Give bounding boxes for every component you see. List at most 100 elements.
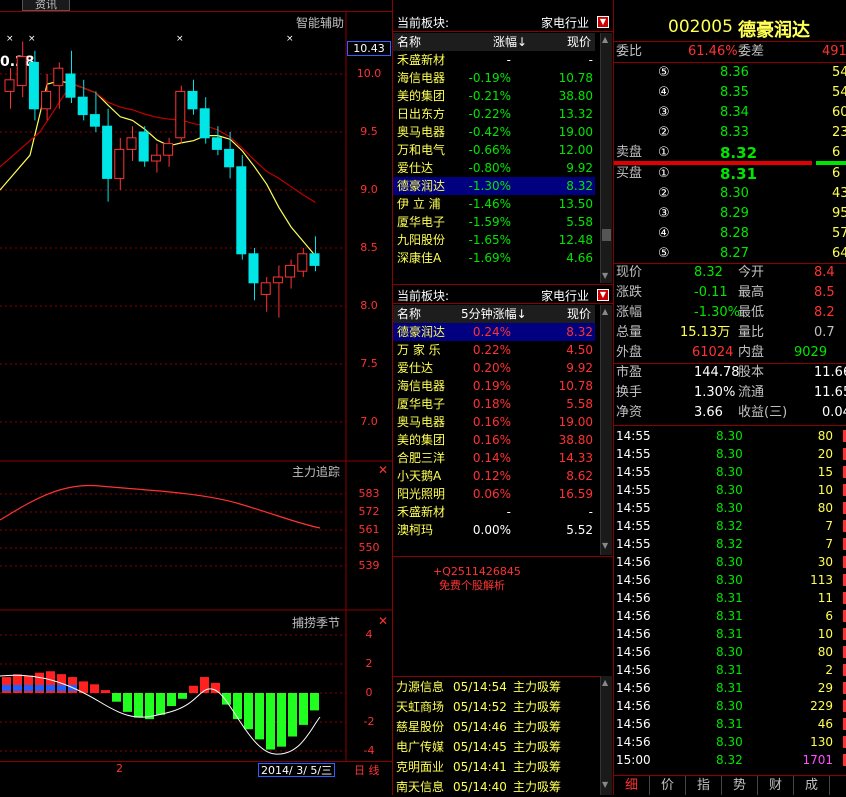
- stock-name: 万 家 乐: [397, 343, 441, 357]
- list-item[interactable]: 禾盛新材 - -: [393, 51, 595, 69]
- list-item[interactable]: 九阳股份 -1.65% 12.48: [393, 231, 595, 249]
- candle-body: [236, 166, 247, 255]
- list-item[interactable]: 爱仕达 0.20% 9.92: [393, 359, 595, 377]
- board1-industry[interactable]: 家电行业: [541, 14, 589, 31]
- tab-5[interactable]: 成: [794, 776, 830, 795]
- scroll-up-icon[interactable]: ▲: [602, 678, 611, 687]
- list-item[interactable]: 厦华电子 0.18% 5.58: [393, 395, 595, 413]
- list-item[interactable]: 海信电器 -0.19% 10.78: [393, 69, 595, 87]
- close-icon[interactable]: ✕: [378, 614, 388, 628]
- list-item[interactable]: 深康佳A -1.69% 4.66: [393, 249, 595, 267]
- chart-panel[interactable]: 资讯 智能辅助 10.43 0.28 ×××× 主力追踪 ✕ 捕捞季节 ✕ 2 …: [0, 0, 392, 795]
- alert-item[interactable]: 克明面业 05/14:41 主力吸筹: [393, 757, 595, 777]
- list-item[interactable]: 合肥三洋 0.14% 14.33: [393, 449, 595, 467]
- tab-2[interactable]: 指: [686, 776, 722, 795]
- price-value: 8.32: [566, 325, 593, 339]
- alert-item[interactable]: 慈星股份 05/14:46 主力吸筹: [393, 717, 595, 737]
- close-icon[interactable]: ✕: [378, 463, 388, 477]
- dropdown-arrow-icon[interactable]: ▼: [597, 289, 609, 301]
- macd-bar: [266, 693, 275, 750]
- sub1-axis-tick: 539: [358, 559, 380, 572]
- stock-name: 德豪润达: [397, 325, 446, 339]
- tick-volume: 10: [817, 627, 833, 641]
- tick-row: 14:56 8.30 30: [614, 553, 846, 571]
- list-item[interactable]: 爱仕达 -0.80% 9.92: [393, 159, 595, 177]
- list-item[interactable]: 奥马电器 -0.42% 19.00: [393, 123, 595, 141]
- board2-title: 当前板块:: [397, 289, 450, 303]
- stat-label: 外盘: [616, 345, 643, 360]
- list-item[interactable]: 奥马电器 0.16% 19.00: [393, 413, 595, 431]
- stock-name: 奥马电器: [397, 125, 446, 139]
- candle-body: [126, 137, 137, 150]
- tab-0[interactable]: 细: [614, 776, 650, 795]
- list-item[interactable]: 海信电器 0.19% 10.78: [393, 377, 595, 395]
- sub1-axis-tick: 550: [358, 541, 380, 554]
- scroll-down-icon[interactable]: ▼: [602, 541, 611, 550]
- list-item[interactable]: 阳光照明 0.06% 16.59: [393, 485, 595, 503]
- alert-scrollbar[interactable]: ▲ ▼: [600, 676, 612, 795]
- marker-icon: ×: [286, 34, 294, 44]
- list-item[interactable]: 万和电气 -0.66% 12.00: [393, 141, 595, 159]
- kline-chart-svg: × × × ×: [0, 12, 392, 762]
- macd-bar: [178, 693, 187, 699]
- tick-time: 15:00: [616, 753, 651, 767]
- tick-price: 8.32: [716, 519, 743, 533]
- stats-block: 现价 8.32 今开 8.4 涨跌 -0.11 最高 8.5 涨幅 -1.30% 最低 8.2 总量 15…: [614, 263, 846, 425]
- info-tab[interactable]: 资讯: [22, 0, 70, 11]
- list-item[interactable]: 美的集团 -0.21% 38.80: [393, 87, 595, 105]
- list-item[interactable]: 日出东方 -0.22% 13.32: [393, 105, 595, 123]
- alert-stock: 南天信息: [396, 780, 445, 794]
- candle-body: [53, 67, 64, 87]
- sub1-axis-tick: 561: [358, 523, 380, 536]
- tick-row: 14:56 8.31 2: [614, 661, 846, 679]
- ad-text[interactable]: 免费个股解析: [439, 577, 505, 593]
- candle-body: [41, 90, 52, 110]
- list-item[interactable]: 禾盛新材 - -: [393, 503, 595, 521]
- stat-value: 8.5: [814, 285, 835, 300]
- alert-item[interactable]: 力源信息 05/14:54 主力吸筹: [393, 677, 595, 697]
- macd-bar: [233, 693, 242, 720]
- board2-scrollbar[interactable]: ▲ ▼: [600, 305, 612, 555]
- tick-time: 14:56: [616, 591, 651, 605]
- marker-icon: ×: [176, 34, 184, 44]
- board1-scrollbar[interactable]: ▲ ▼: [600, 33, 612, 283]
- list-item[interactable]: 伊 立 浦 -1.46% 13.50: [393, 195, 595, 213]
- tab-3[interactable]: 势: [722, 776, 758, 795]
- list-item[interactable]: 德豪润达 0.24% 8.32: [393, 323, 595, 341]
- list-item[interactable]: 万 家 乐 0.22% 4.50: [393, 341, 595, 359]
- period-label[interactable]: 日 线: [354, 762, 380, 778]
- scroll-up-icon[interactable]: ▲: [602, 35, 611, 44]
- scroll-down-icon[interactable]: ▼: [602, 780, 611, 789]
- scroll-up-icon[interactable]: ▲: [602, 307, 611, 316]
- tab-4[interactable]: 财: [758, 776, 794, 795]
- price-value: 10.78: [558, 379, 593, 393]
- scroll-thumb[interactable]: [602, 229, 611, 241]
- tick-price: 8.31: [716, 681, 743, 695]
- alert-item[interactable]: 电广传媒 05/14:45 主力吸筹: [393, 737, 595, 757]
- order-price: 8.28: [720, 226, 749, 241]
- tick-price: 8.31: [716, 627, 743, 641]
- order-price: 8.31: [720, 165, 758, 183]
- tick-row: 14:55 8.30 10: [614, 481, 846, 499]
- list-item[interactable]: 德豪润达 -1.30% 8.32: [393, 177, 595, 195]
- order-volume: 23: [832, 125, 846, 140]
- scroll-down-icon[interactable]: ▼: [602, 271, 611, 280]
- tick-volume: 7: [825, 537, 833, 551]
- board2-industry[interactable]: 家电行业: [541, 287, 589, 304]
- tab-1[interactable]: 价: [650, 776, 686, 795]
- dropdown-arrow-icon[interactable]: ▼: [597, 16, 609, 28]
- list-item[interactable]: 美的集团 0.16% 38.80: [393, 431, 595, 449]
- list-item[interactable]: 澳柯玛 0.00% 5.52: [393, 521, 595, 539]
- list-item[interactable]: 厦华电子 -1.59% 5.58: [393, 213, 595, 231]
- stat-value: 11.66: [814, 365, 846, 380]
- board2-list: 名称 5分钟涨幅↓ 现价 德豪润达 0.24% 8.32 万 家 乐 0.22% 4.50 爱仕达…: [393, 305, 600, 541]
- macd-bar: [123, 693, 132, 712]
- alert-item[interactable]: 天虹商场 05/14:52 主力吸筹: [393, 697, 595, 717]
- alert-type: 主力吸筹: [513, 740, 562, 754]
- tick-row: 14:56 8.31 46: [614, 715, 846, 733]
- board1-list: 名称 涨幅↓ 现价 禾盛新材 - - 海信电器 -0.19% 10.78 美的集团 -0.21% 38…: [393, 33, 600, 269]
- list-item[interactable]: 小天鹅A 0.12% 8.62: [393, 467, 595, 485]
- alert-time: 05/14:54: [453, 680, 507, 694]
- alert-item[interactable]: 南天信息 05/14:40 主力吸筹: [393, 777, 595, 797]
- tick-price: 8.30: [716, 573, 743, 587]
